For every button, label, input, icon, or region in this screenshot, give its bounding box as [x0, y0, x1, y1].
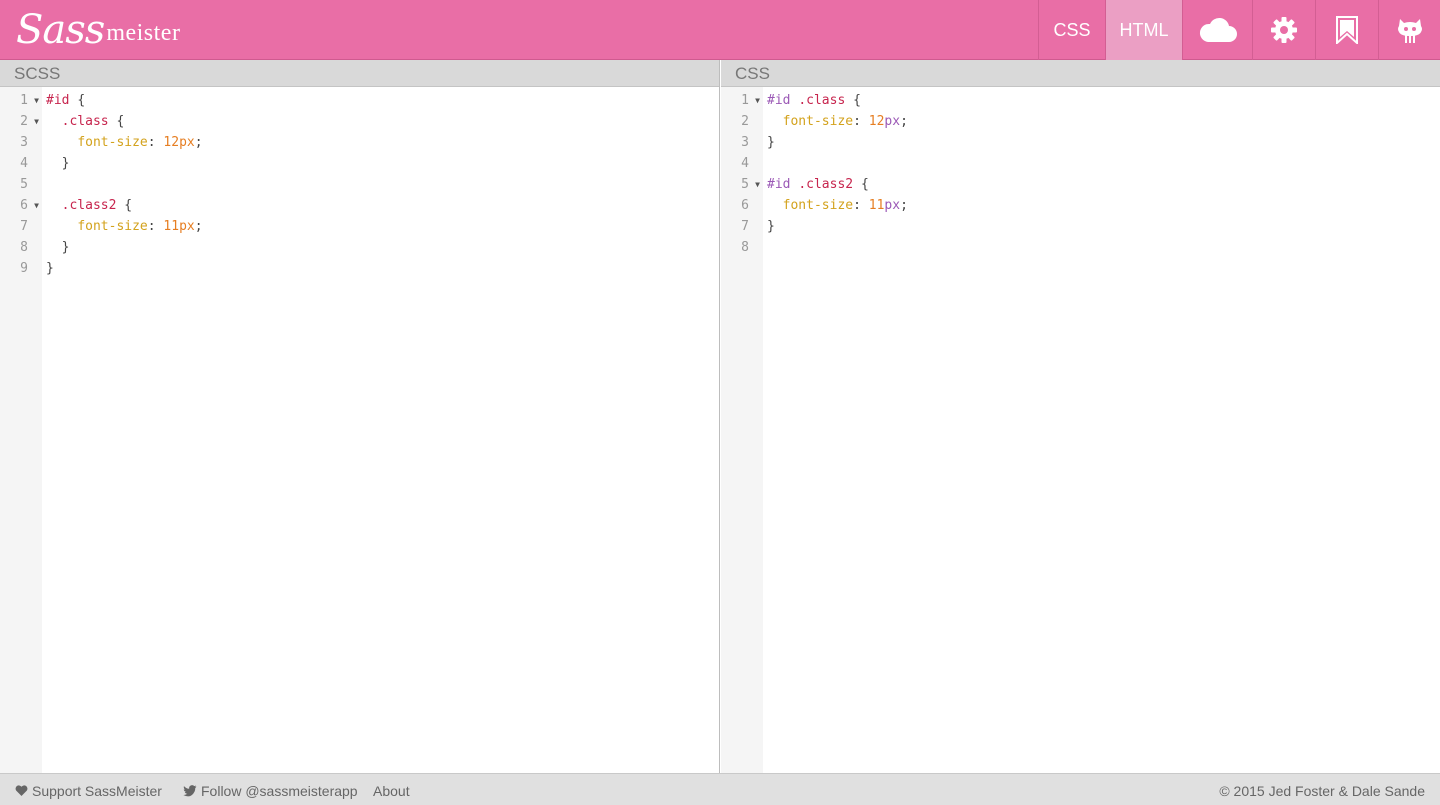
line-number: 8 — [20, 240, 28, 255]
line-number: 6 ▼ — [0, 195, 42, 216]
line-number: 3 — [20, 135, 28, 150]
code-line[interactable]: } — [42, 237, 719, 258]
fold-arrow-icon[interactable]: ▼ — [34, 90, 39, 111]
line-number: 4 — [20, 156, 28, 171]
code-line[interactable]: .class2 { — [42, 195, 719, 216]
cloud-icon — [1199, 17, 1237, 42]
bookmark-button[interactable] — [1315, 0, 1378, 60]
support-link[interactable]: Support SassMeister — [15, 783, 162, 799]
github-icon — [1397, 19, 1422, 43]
nav-html-tab[interactable]: HTML — [1105, 0, 1182, 60]
bookmark-icon — [1336, 16, 1358, 44]
scss-editor[interactable]: 1 ▼ 2 ▼ 3 4 5 6 ▼ 7 8 9 #id { .class { font… — [0, 87, 719, 773]
gear-icon — [1271, 17, 1297, 43]
github-button[interactable] — [1378, 0, 1440, 60]
code-line[interactable]: } — [763, 132, 1440, 153]
line-number: 2 ▼ — [0, 111, 42, 132]
logo-sass-text: Sass — [16, 7, 105, 53]
fold-arrow-icon[interactable]: ▼ — [755, 174, 760, 195]
line-number: 6 — [741, 198, 749, 213]
code-line[interactable]: font-size: 11px; — [763, 195, 1440, 216]
line-number: 4 — [741, 156, 749, 171]
app-footer: Support SassMeister Follow @sassmeistera… — [0, 773, 1440, 805]
support-link-label: Support SassMeister — [32, 783, 162, 799]
line-number: 7 — [741, 219, 749, 234]
line-number: 5 — [20, 177, 28, 192]
twitter-icon — [183, 785, 197, 797]
fold-arrow-icon[interactable]: ▼ — [34, 195, 39, 216]
line-number: 9 — [20, 261, 28, 276]
nav-css-label: CSS — [1053, 19, 1091, 40]
line-number: 1 ▼ — [721, 90, 763, 111]
code-line[interactable]: .class { — [42, 111, 719, 132]
heart-icon — [15, 785, 28, 796]
about-link-label: About — [373, 783, 410, 799]
scss-panel-title: SCSS — [0, 60, 719, 87]
code-line[interactable]: font-size: 11px; — [42, 216, 719, 237]
top-nav: CSS HTML — [1038, 0, 1440, 60]
settings-button[interactable] — [1252, 0, 1315, 60]
scss-code-area[interactable]: #id { .class { font-size: 12px; } .class… — [42, 87, 719, 773]
css-panel: CSS 1 ▼ 2 3 4 5 ▼ 6 7 8 #id .class { font-… — [721, 60, 1440, 773]
code-line[interactable] — [763, 237, 1440, 258]
app-header: Sass meister CSS HTML — [0, 0, 1440, 60]
copyright-text: © 2015 Jed Foster & Dale Sande — [1219, 783, 1425, 799]
code-line[interactable]: } — [42, 153, 719, 174]
cloud-button[interactable] — [1182, 0, 1252, 60]
fold-arrow-icon[interactable]: ▼ — [34, 111, 39, 132]
code-line[interactable]: #id .class2 { — [763, 174, 1440, 195]
code-line[interactable] — [42, 174, 719, 195]
fold-arrow-icon[interactable]: ▼ — [755, 90, 760, 111]
follow-link-label: Follow @sassmeisterapp — [201, 783, 358, 799]
code-line[interactable]: font-size: 12px; — [763, 111, 1440, 132]
css-gutter: 1 ▼ 2 3 4 5 ▼ 6 7 8 — [721, 87, 763, 773]
code-line[interactable]: font-size: 12px; — [42, 132, 719, 153]
scss-panel: SCSS 1 ▼ 2 ▼ 3 4 5 6 ▼ 7 8 9 #id { .class {… — [0, 60, 720, 773]
line-number: 2 — [741, 114, 749, 129]
nav-css-tab[interactable]: CSS — [1038, 0, 1105, 60]
code-line[interactable] — [763, 153, 1440, 174]
sassmeister-logo[interactable]: Sass meister — [16, 4, 180, 56]
about-link[interactable]: About — [373, 783, 410, 799]
follow-link[interactable]: Follow @sassmeisterapp — [183, 783, 358, 799]
line-number: 7 — [20, 219, 28, 234]
css-code-area[interactable]: #id .class { font-size: 12px;} #id .class… — [763, 87, 1440, 773]
nav-html-label: HTML — [1119, 19, 1169, 40]
line-number: 5 ▼ — [721, 174, 763, 195]
code-line[interactable]: #id { — [42, 90, 719, 111]
scss-gutter: 1 ▼ 2 ▼ 3 4 5 6 ▼ 7 8 9 — [0, 87, 42, 773]
line-number: 1 ▼ — [0, 90, 42, 111]
code-line[interactable]: } — [42, 258, 719, 279]
code-line[interactable]: #id .class { — [763, 90, 1440, 111]
line-number: 3 — [741, 135, 749, 150]
css-panel-title: CSS — [721, 60, 1440, 87]
line-number: 8 — [741, 240, 749, 255]
code-line[interactable]: } — [763, 216, 1440, 237]
css-editor[interactable]: 1 ▼ 2 3 4 5 ▼ 6 7 8 #id .class { font-size… — [721, 87, 1440, 773]
logo-meister-text: meister — [106, 19, 181, 46]
